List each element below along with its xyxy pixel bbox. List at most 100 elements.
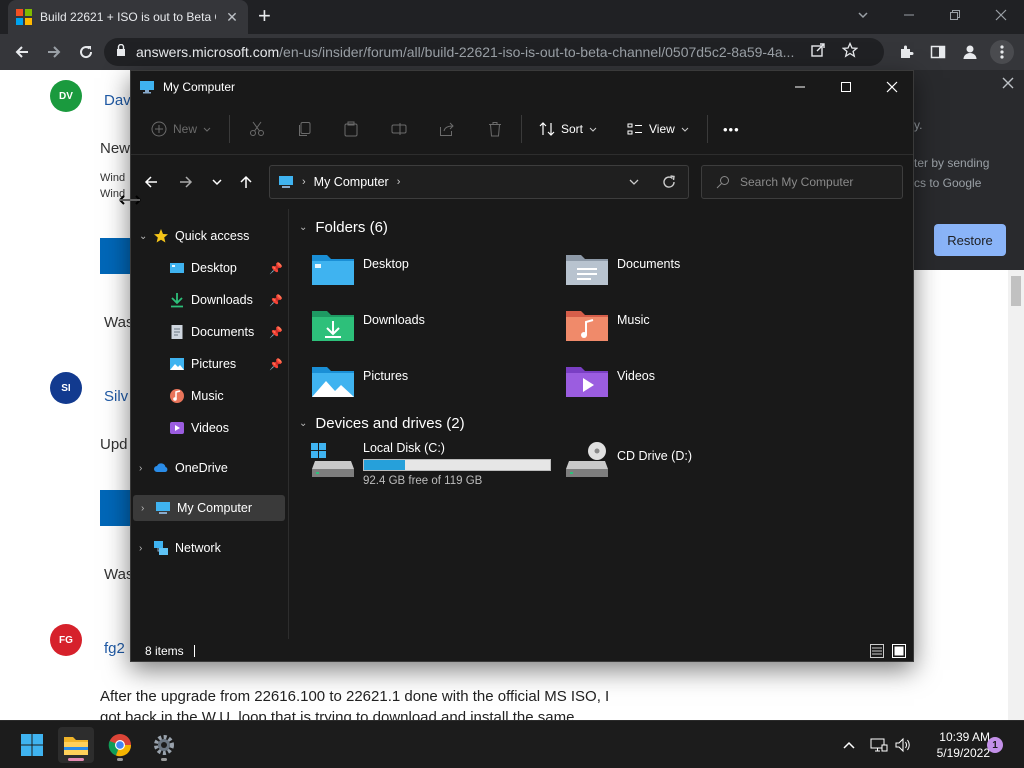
back-icon[interactable] [10, 40, 34, 64]
folder-item-videos[interactable]: Videos [565, 361, 805, 407]
nav-item-network[interactable]: › Network [131, 535, 287, 561]
minimize-browser-icon[interactable] [886, 0, 932, 30]
recent-locations-chevron-icon[interactable] [205, 170, 229, 194]
tab-close-icon[interactable]: ✕ [224, 9, 240, 26]
address-row: › My Computer › Search My Computer [131, 155, 913, 209]
tiles-view-icon[interactable] [891, 643, 907, 661]
drive-free-space: 92.4 GB free of 119 GB [363, 475, 483, 487]
pin-icon[interactable]: 📌 [269, 358, 283, 371]
reload-icon[interactable] [74, 40, 98, 64]
taskbar-file-explorer[interactable] [58, 727, 94, 763]
folder-name: Music [617, 313, 650, 327]
close-icon[interactable] [869, 71, 913, 103]
capacity-bar [363, 459, 551, 471]
volume-icon[interactable] [894, 721, 912, 768]
folder-item-desktop[interactable]: Desktop [311, 249, 551, 295]
plus-circle-icon [151, 121, 167, 137]
profile-icon[interactable] [958, 40, 982, 64]
address-bar[interactable]: answers.microsoft.com/en-us/insider/foru… [104, 38, 884, 66]
expanded-chevron-icon[interactable]: ⌄ [299, 418, 307, 429]
drives-group-header[interactable]: ⌄ Devices and drives (2) [299, 415, 465, 432]
nav-label: Pictures [191, 357, 237, 371]
share-icon[interactable] [810, 42, 826, 63]
up-arrow-icon[interactable] [234, 170, 258, 194]
drive-item-local-disk[interactable]: Local Disk (C:) 92.4 GB free of 119 GB [311, 441, 551, 491]
nav-item-downloads[interactable]: Downloads 📌 [131, 287, 287, 313]
expanded-chevron-icon[interactable]: ⌄ [139, 231, 153, 242]
share-icon[interactable] [439, 117, 455, 141]
breadcrumb-location[interactable]: My Computer [314, 175, 389, 189]
minimize-icon[interactable] [777, 71, 823, 103]
new-button[interactable]: New [151, 117, 211, 141]
nav-item-onedrive[interactable]: › OneDrive [131, 455, 287, 481]
view-label: View [649, 122, 675, 136]
browser-tab[interactable]: Build 22621 + ISO is out to Beta Channel… [8, 0, 248, 34]
start-button[interactable] [14, 727, 50, 763]
location-bar[interactable]: › My Computer › [269, 165, 689, 199]
post-author-link[interactable]: Silv [104, 388, 128, 405]
side-panel-icon[interactable] [926, 40, 950, 64]
address-dropdown-icon[interactable] [628, 176, 640, 191]
nav-label: OneDrive [175, 461, 228, 475]
drive-item-cd-drive[interactable]: CD Drive (D:) [565, 441, 692, 491]
nav-item-videos[interactable]: Videos [131, 415, 287, 441]
rename-icon[interactable] [391, 117, 407, 141]
collapsed-chevron-icon[interactable]: › [141, 503, 155, 514]
post-author-link[interactable]: Dav [104, 92, 131, 109]
nav-item-music[interactable]: Music [131, 383, 287, 409]
folder-item-music[interactable]: Music [565, 305, 805, 351]
details-view-icon[interactable] [869, 643, 885, 661]
tab-search-icon[interactable] [840, 0, 886, 30]
restore-browser-icon[interactable] [932, 0, 978, 30]
cut-icon[interactable] [249, 117, 265, 141]
post-author-link[interactable]: fg2 [104, 640, 125, 657]
refresh-icon[interactable] [662, 175, 676, 192]
nav-item-documents[interactable]: Documents 📌 [131, 319, 287, 345]
forward-icon[interactable] [42, 40, 66, 64]
nav-item-desktop[interactable]: Desktop 📌 [131, 255, 287, 281]
delete-icon[interactable] [487, 117, 503, 141]
collapsed-chevron-icon[interactable]: › [139, 543, 153, 554]
explorer-title-bar[interactable]: My Computer [131, 71, 913, 103]
scrollbar-thumb[interactable] [1011, 276, 1021, 306]
close-browser-icon[interactable] [978, 0, 1024, 30]
chrome-icon [108, 734, 132, 757]
bookmark-star-icon[interactable] [841, 41, 859, 63]
folder-item-pictures[interactable]: Pictures [311, 361, 551, 407]
extensions-puzzle-icon[interactable] [894, 40, 918, 64]
notification-badge[interactable]: 1 [987, 737, 1003, 753]
drive-name: Local Disk (C:) [363, 441, 445, 455]
expanded-chevron-icon[interactable]: ⌄ [299, 222, 307, 233]
network-icon[interactable] [870, 721, 888, 768]
nav-item-quick-access[interactable]: ⌄ Quick access [131, 223, 287, 249]
lock-icon[interactable] [116, 43, 126, 61]
close-popup-icon[interactable] [1002, 76, 1014, 94]
nav-item-my-computer[interactable]: › My Computer [133, 495, 285, 521]
restore-button[interactable]: Restore [934, 224, 1006, 256]
copy-icon[interactable] [297, 117, 313, 141]
nav-item-pictures[interactable]: Pictures 📌 [131, 351, 287, 377]
paste-icon[interactable] [343, 117, 359, 141]
pin-icon[interactable]: 📌 [269, 262, 283, 275]
maximize-icon[interactable] [823, 71, 869, 103]
pin-icon[interactable]: 📌 [269, 294, 283, 307]
new-tab-button[interactable]: + [258, 5, 271, 27]
folder-item-documents[interactable]: Documents [565, 249, 805, 295]
more-options-button[interactable]: ••• [723, 117, 740, 141]
taskbar-chrome[interactable] [102, 727, 138, 763]
search-box[interactable]: Search My Computer [701, 165, 903, 199]
folder-item-downloads[interactable]: Downloads [311, 305, 551, 351]
show-hidden-icons-chevron-icon[interactable] [842, 721, 856, 768]
pictures-folder-icon [311, 361, 355, 404]
sort-button[interactable]: Sort [539, 117, 597, 141]
taskbar-settings[interactable] [146, 727, 182, 763]
system-clock[interactable]: 10:39 AM 5/19/2022 [922, 729, 990, 761]
content-pane: ⌄ Folders (6) Desktop Documents Download… [291, 209, 913, 639]
view-button[interactable]: View [627, 117, 689, 141]
folders-group-header[interactable]: ⌄ Folders (6) [299, 219, 388, 236]
collapsed-chevron-icon[interactable]: › [139, 463, 153, 474]
forward-arrow-icon[interactable] [174, 170, 198, 194]
back-arrow-icon[interactable] [139, 170, 163, 194]
pin-icon[interactable]: 📌 [269, 326, 283, 339]
browser-menu-icon[interactable] [990, 40, 1014, 64]
